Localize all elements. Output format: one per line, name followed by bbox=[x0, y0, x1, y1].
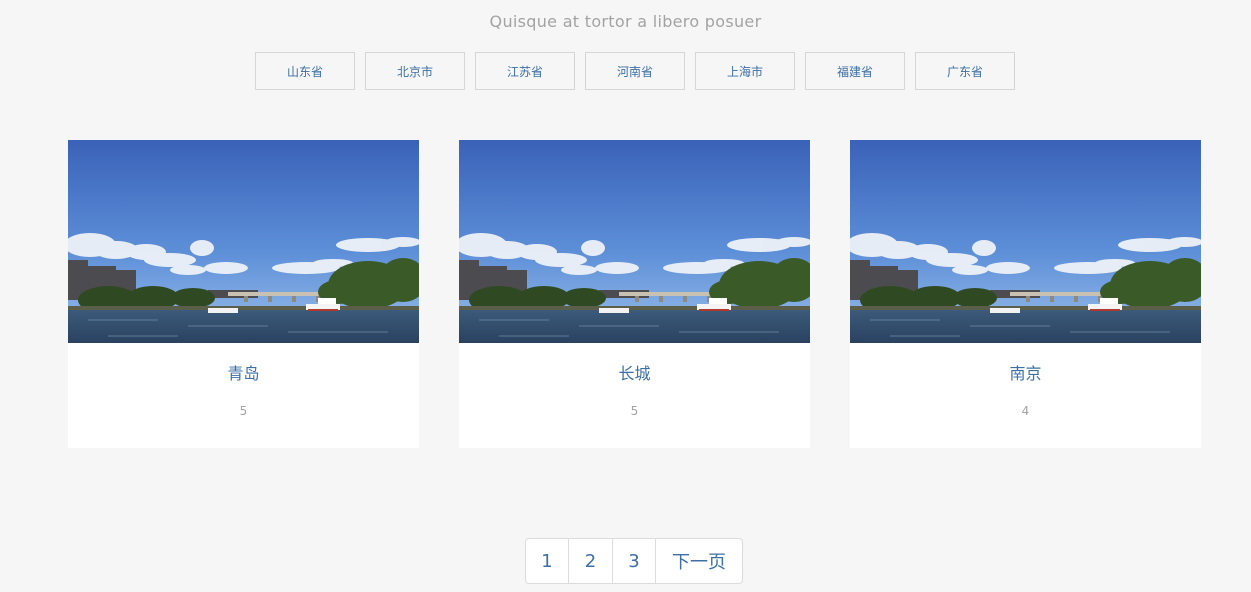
province-filter-bar: 山东省 北京市 江苏省 河南省 上海市 福建省 广东省 bbox=[255, 52, 1015, 90]
pagination: 1 2 3 下一页 bbox=[525, 538, 743, 584]
filter-button-guangdong[interactable]: 广东省 bbox=[915, 52, 1015, 90]
album-card[interactable]: 南京 4 bbox=[850, 140, 1201, 448]
page-link-2[interactable]: 2 bbox=[569, 539, 613, 583]
filter-button-shandong[interactable]: 山东省 bbox=[255, 52, 355, 90]
filter-button-fujian[interactable]: 福建省 bbox=[805, 52, 905, 90]
filter-button-beijing[interactable]: 北京市 bbox=[365, 52, 465, 90]
album-card[interactable]: 长城 5 bbox=[459, 140, 810, 448]
card-count: 4 bbox=[1021, 404, 1030, 418]
page-subtitle: Quisque at tortor a libero posuer bbox=[489, 12, 762, 31]
card-count: 5 bbox=[239, 404, 248, 418]
card-photo[interactable] bbox=[459, 140, 810, 343]
card-title[interactable]: 青岛 bbox=[68, 364, 419, 384]
album-card-grid: 青岛 5 长城 5 南京 4 bbox=[68, 140, 1201, 448]
album-card[interactable]: 青岛 5 bbox=[68, 140, 419, 448]
card-photo[interactable] bbox=[850, 140, 1201, 343]
card-title[interactable]: 南京 bbox=[850, 364, 1201, 384]
filter-button-henan[interactable]: 河南省 bbox=[585, 52, 685, 90]
page-link-3[interactable]: 3 bbox=[613, 539, 656, 583]
card-title[interactable]: 长城 bbox=[459, 364, 810, 384]
filter-button-jiangsu[interactable]: 江苏省 bbox=[475, 52, 575, 90]
next-page-link[interactable]: 下一页 bbox=[656, 539, 742, 583]
card-count: 5 bbox=[630, 404, 639, 418]
filter-button-shanghai[interactable]: 上海市 bbox=[695, 52, 795, 90]
card-photo[interactable] bbox=[68, 140, 419, 343]
page-link-1[interactable]: 1 bbox=[526, 539, 569, 583]
